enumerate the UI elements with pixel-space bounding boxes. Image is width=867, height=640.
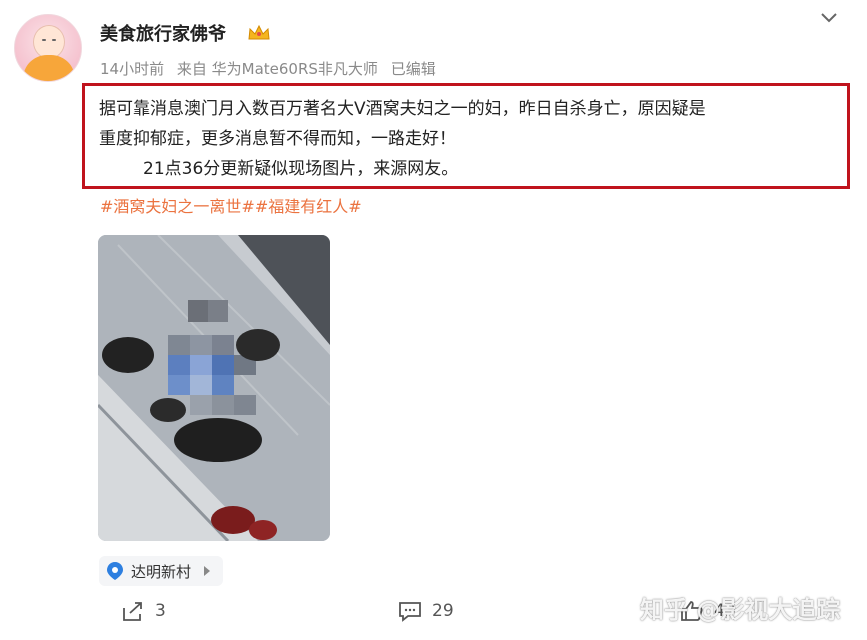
post-photo[interactable] [98, 235, 330, 541]
username[interactable]: 美食旅行家佛爷 [100, 20, 226, 46]
avatar-body [23, 55, 75, 81]
location-tag[interactable]: 达明新村 [99, 556, 224, 586]
watermark: 知乎 @影视大追踪 [640, 596, 841, 624]
photo-scene [98, 235, 330, 541]
avatar[interactable]: V [14, 14, 82, 82]
chevron-down-icon[interactable] [819, 10, 839, 26]
location-pin-icon [107, 562, 123, 580]
comment-icon [399, 602, 421, 622]
post-text-line: 21点36分更新疑似现场图片，来源网友。 [143, 159, 459, 179]
comment-button[interactable]: 29 [398, 600, 454, 622]
avatar-eye-left [42, 39, 46, 41]
share-icon [123, 602, 142, 621]
hashtags[interactable]: #酒窝夫妇之一离世##福建有红人# [100, 193, 362, 217]
post-time: 14小时前 [100, 60, 165, 78]
avatar-eye-right [52, 39, 56, 41]
post-source: 来自 华为Mate60RS非凡大师 [176, 60, 378, 78]
crown-icon [248, 24, 270, 40]
location-label: 达明新村 [131, 562, 192, 581]
arrow-right-icon [204, 566, 211, 576]
avatar-face [33, 25, 65, 59]
post-meta: 14小时前 来自 华为Mate60RS非凡大师 已编辑 [100, 58, 444, 79]
share-count: 3 [155, 601, 166, 621]
share-button[interactable]: 3 [121, 600, 166, 622]
comment-count: 29 [432, 601, 454, 621]
post-text-highlight: 据可靠消息澳门月入数百万著名大V酒窝夫妇之一的妇，昨日自杀身亡，原因疑是 重度抑… [82, 83, 850, 189]
edited-label[interactable]: 已编辑 [391, 60, 436, 78]
post-text-line: 重度抑郁症，更多消息暂不得而知，一路走好！ [99, 129, 456, 149]
post-text-line: 据可靠消息澳门月入数百万著名大V酒窝夫妇之一的妇，昨日自杀身亡，原因疑是 [99, 99, 706, 119]
